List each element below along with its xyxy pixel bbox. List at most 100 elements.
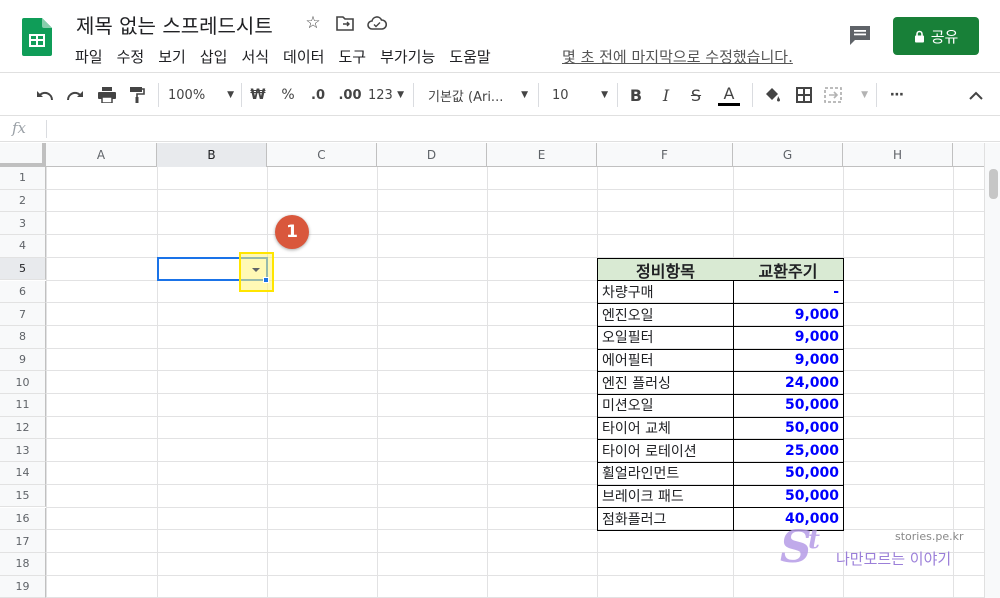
svg-text:t: t — [808, 525, 820, 555]
share-button[interactable]: 공유 — [893, 17, 979, 55]
row-header-5[interactable]: 5 — [0, 257, 46, 281]
table-cell-interval[interactable]: 50,000 — [733, 416, 844, 441]
paint-format-icon[interactable] — [126, 83, 148, 107]
select-all-corner[interactable] — [0, 143, 46, 167]
table-cell-item[interactable]: 타이어 교체 — [597, 416, 734, 441]
row-header-17[interactable]: 17 — [0, 530, 46, 553]
comment-icon[interactable] — [848, 24, 872, 46]
table-cell-item[interactable]: 차량구매 — [597, 280, 734, 305]
table-cell-interval[interactable]: 50,000 — [733, 484, 844, 509]
row-header-19[interactable]: 19 — [0, 575, 46, 598]
strikethrough-button[interactable]: S — [686, 83, 706, 107]
merge-cells-select[interactable]: ▼ — [824, 83, 868, 107]
table-cell-item[interactable]: 미션오일 — [597, 394, 734, 418]
menu-bar: 파일 수정 보기 삽입 서식 데이터 도구 부가기능 도움말 — [68, 44, 498, 69]
column-header-e[interactable]: E — [487, 143, 597, 167]
grid-vline — [487, 167, 488, 598]
table-cell-item[interactable]: 엔진오일 — [597, 303, 734, 327]
more-formats-select[interactable]: 123 ▼ — [368, 83, 404, 107]
menu-file[interactable]: 파일 — [68, 44, 110, 69]
column-header-f[interactable]: F — [597, 143, 733, 167]
dropdown-arrow-icon[interactable] — [252, 267, 260, 272]
row-header-15[interactable]: 15 — [0, 484, 46, 508]
table-cell-interval[interactable]: - — [733, 280, 844, 305]
font-family-select[interactable]: 기본값 (Ari... ▼ — [428, 83, 528, 107]
decrease-decimal-button[interactable]: .0 — [306, 83, 330, 107]
column-header-g[interactable]: G — [733, 143, 843, 167]
menu-view[interactable]: 보기 — [151, 44, 193, 69]
scrollbar-thumb[interactable] — [989, 169, 998, 199]
table-cell-item[interactable]: 휠얼라인먼트 — [597, 462, 734, 486]
vertical-scrollbar[interactable] — [984, 143, 1000, 598]
row-header-16[interactable]: 16 — [0, 507, 46, 531]
table-cell-item[interactable]: 점화플러그 — [597, 507, 734, 532]
redo-icon[interactable] — [64, 83, 86, 107]
table-cell-item[interactable]: 오일필터 — [597, 325, 734, 350]
fill-color-icon[interactable] — [760, 83, 784, 107]
table-cell-interval[interactable]: 25,000 — [733, 439, 844, 464]
row-header-1[interactable]: 1 — [0, 167, 46, 190]
print-icon[interactable] — [96, 83, 118, 107]
fill-handle[interactable] — [263, 276, 269, 283]
table-cell-item[interactable]: 엔진 플러싱 — [597, 371, 734, 395]
last-edit-link[interactable]: 몇 초 전에 마지막으로 수정했습니다. — [562, 46, 793, 67]
row-header-3[interactable]: 3 — [0, 212, 46, 236]
table-cell-interval[interactable]: 50,000 — [733, 394, 844, 418]
increase-decimal-button[interactable]: .00 — [336, 83, 364, 107]
move-folder-icon[interactable] — [334, 12, 356, 34]
row-header-18[interactable]: 18 — [0, 552, 46, 576]
menu-insert[interactable]: 삽입 — [193, 44, 235, 69]
borders-icon[interactable] — [792, 83, 816, 107]
table-cell-item[interactable]: 에어필터 — [597, 348, 734, 373]
row-header-11[interactable]: 11 — [0, 394, 46, 417]
row-header-14[interactable]: 14 — [0, 462, 46, 485]
sheet-grid[interactable]: A B C D E F G H 1 2 3 4 5 6 7 8 9 10 11 12 13 14 15 16 17 18 19 정비항… — [0, 143, 984, 598]
column-header-c[interactable]: C — [267, 143, 377, 167]
table-cell-interval[interactable]: 50,000 — [733, 462, 844, 486]
menu-addons[interactable]: 부가기능 — [373, 44, 442, 69]
menu-format[interactable]: 서식 — [234, 44, 276, 69]
collapse-toolbar-icon[interactable] — [966, 83, 986, 107]
text-color-button[interactable]: A — [716, 83, 742, 107]
row-header-13[interactable]: 13 — [0, 439, 46, 463]
table-header-interval[interactable]: 교환주기 — [733, 257, 844, 282]
table-cell-interval[interactable]: 9,000 — [733, 303, 844, 327]
table-cell-item[interactable]: 타이어 로테이션 — [597, 439, 734, 464]
menu-help[interactable]: 도움말 — [442, 44, 497, 69]
row-header-7[interactable]: 7 — [0, 303, 46, 326]
table-cell-interval[interactable]: 9,000 — [733, 348, 844, 373]
table-cell-interval[interactable]: 9,000 — [733, 325, 844, 350]
zoom-select[interactable]: 100% ▼ — [168, 83, 234, 107]
row-header-8[interactable]: 8 — [0, 325, 46, 349]
document-title[interactable]: 제목 없는 스프레드시트 — [76, 10, 273, 39]
bold-button[interactable]: B — [626, 83, 646, 107]
formula-input[interactable] — [52, 119, 972, 139]
menu-tools[interactable]: 도구 — [331, 44, 373, 69]
table-cell-item[interactable]: 브레이크 패드 — [597, 484, 734, 509]
sheets-logo-icon[interactable] — [22, 18, 52, 56]
dropdown-highlight — [239, 251, 274, 292]
row-header-4[interactable]: 4 — [0, 235, 46, 258]
row-header-10[interactable]: 10 — [0, 371, 46, 394]
column-header-a[interactable]: A — [46, 143, 157, 167]
percent-format-button[interactable]: % — [278, 83, 298, 107]
row-header-9[interactable]: 9 — [0, 348, 46, 372]
row-header-2[interactable]: 2 — [0, 189, 46, 213]
table-header-item[interactable]: 정비항목 — [597, 257, 734, 282]
italic-button[interactable]: I — [656, 83, 676, 107]
font-size-select[interactable]: 10 ▼ — [552, 83, 608, 107]
table-cell-interval[interactable]: 24,000 — [733, 371, 844, 395]
cloud-status-icon[interactable] — [366, 12, 388, 34]
undo-icon[interactable] — [34, 83, 56, 107]
row-header-12[interactable]: 12 — [0, 416, 46, 440]
menu-edit[interactable]: 수정 — [110, 44, 152, 69]
column-header-h[interactable]: H — [843, 143, 953, 167]
currency-format-button[interactable]: ₩ — [248, 83, 268, 107]
more-options-button[interactable]: ⋯ — [886, 83, 908, 107]
column-header-b[interactable]: B — [157, 143, 267, 167]
column-header-d[interactable]: D — [377, 143, 487, 167]
zoom-value: 100% — [168, 87, 206, 103]
menu-data[interactable]: 데이터 — [276, 44, 331, 69]
star-icon[interactable]: ☆ — [302, 12, 324, 34]
row-header-6[interactable]: 6 — [0, 280, 46, 304]
